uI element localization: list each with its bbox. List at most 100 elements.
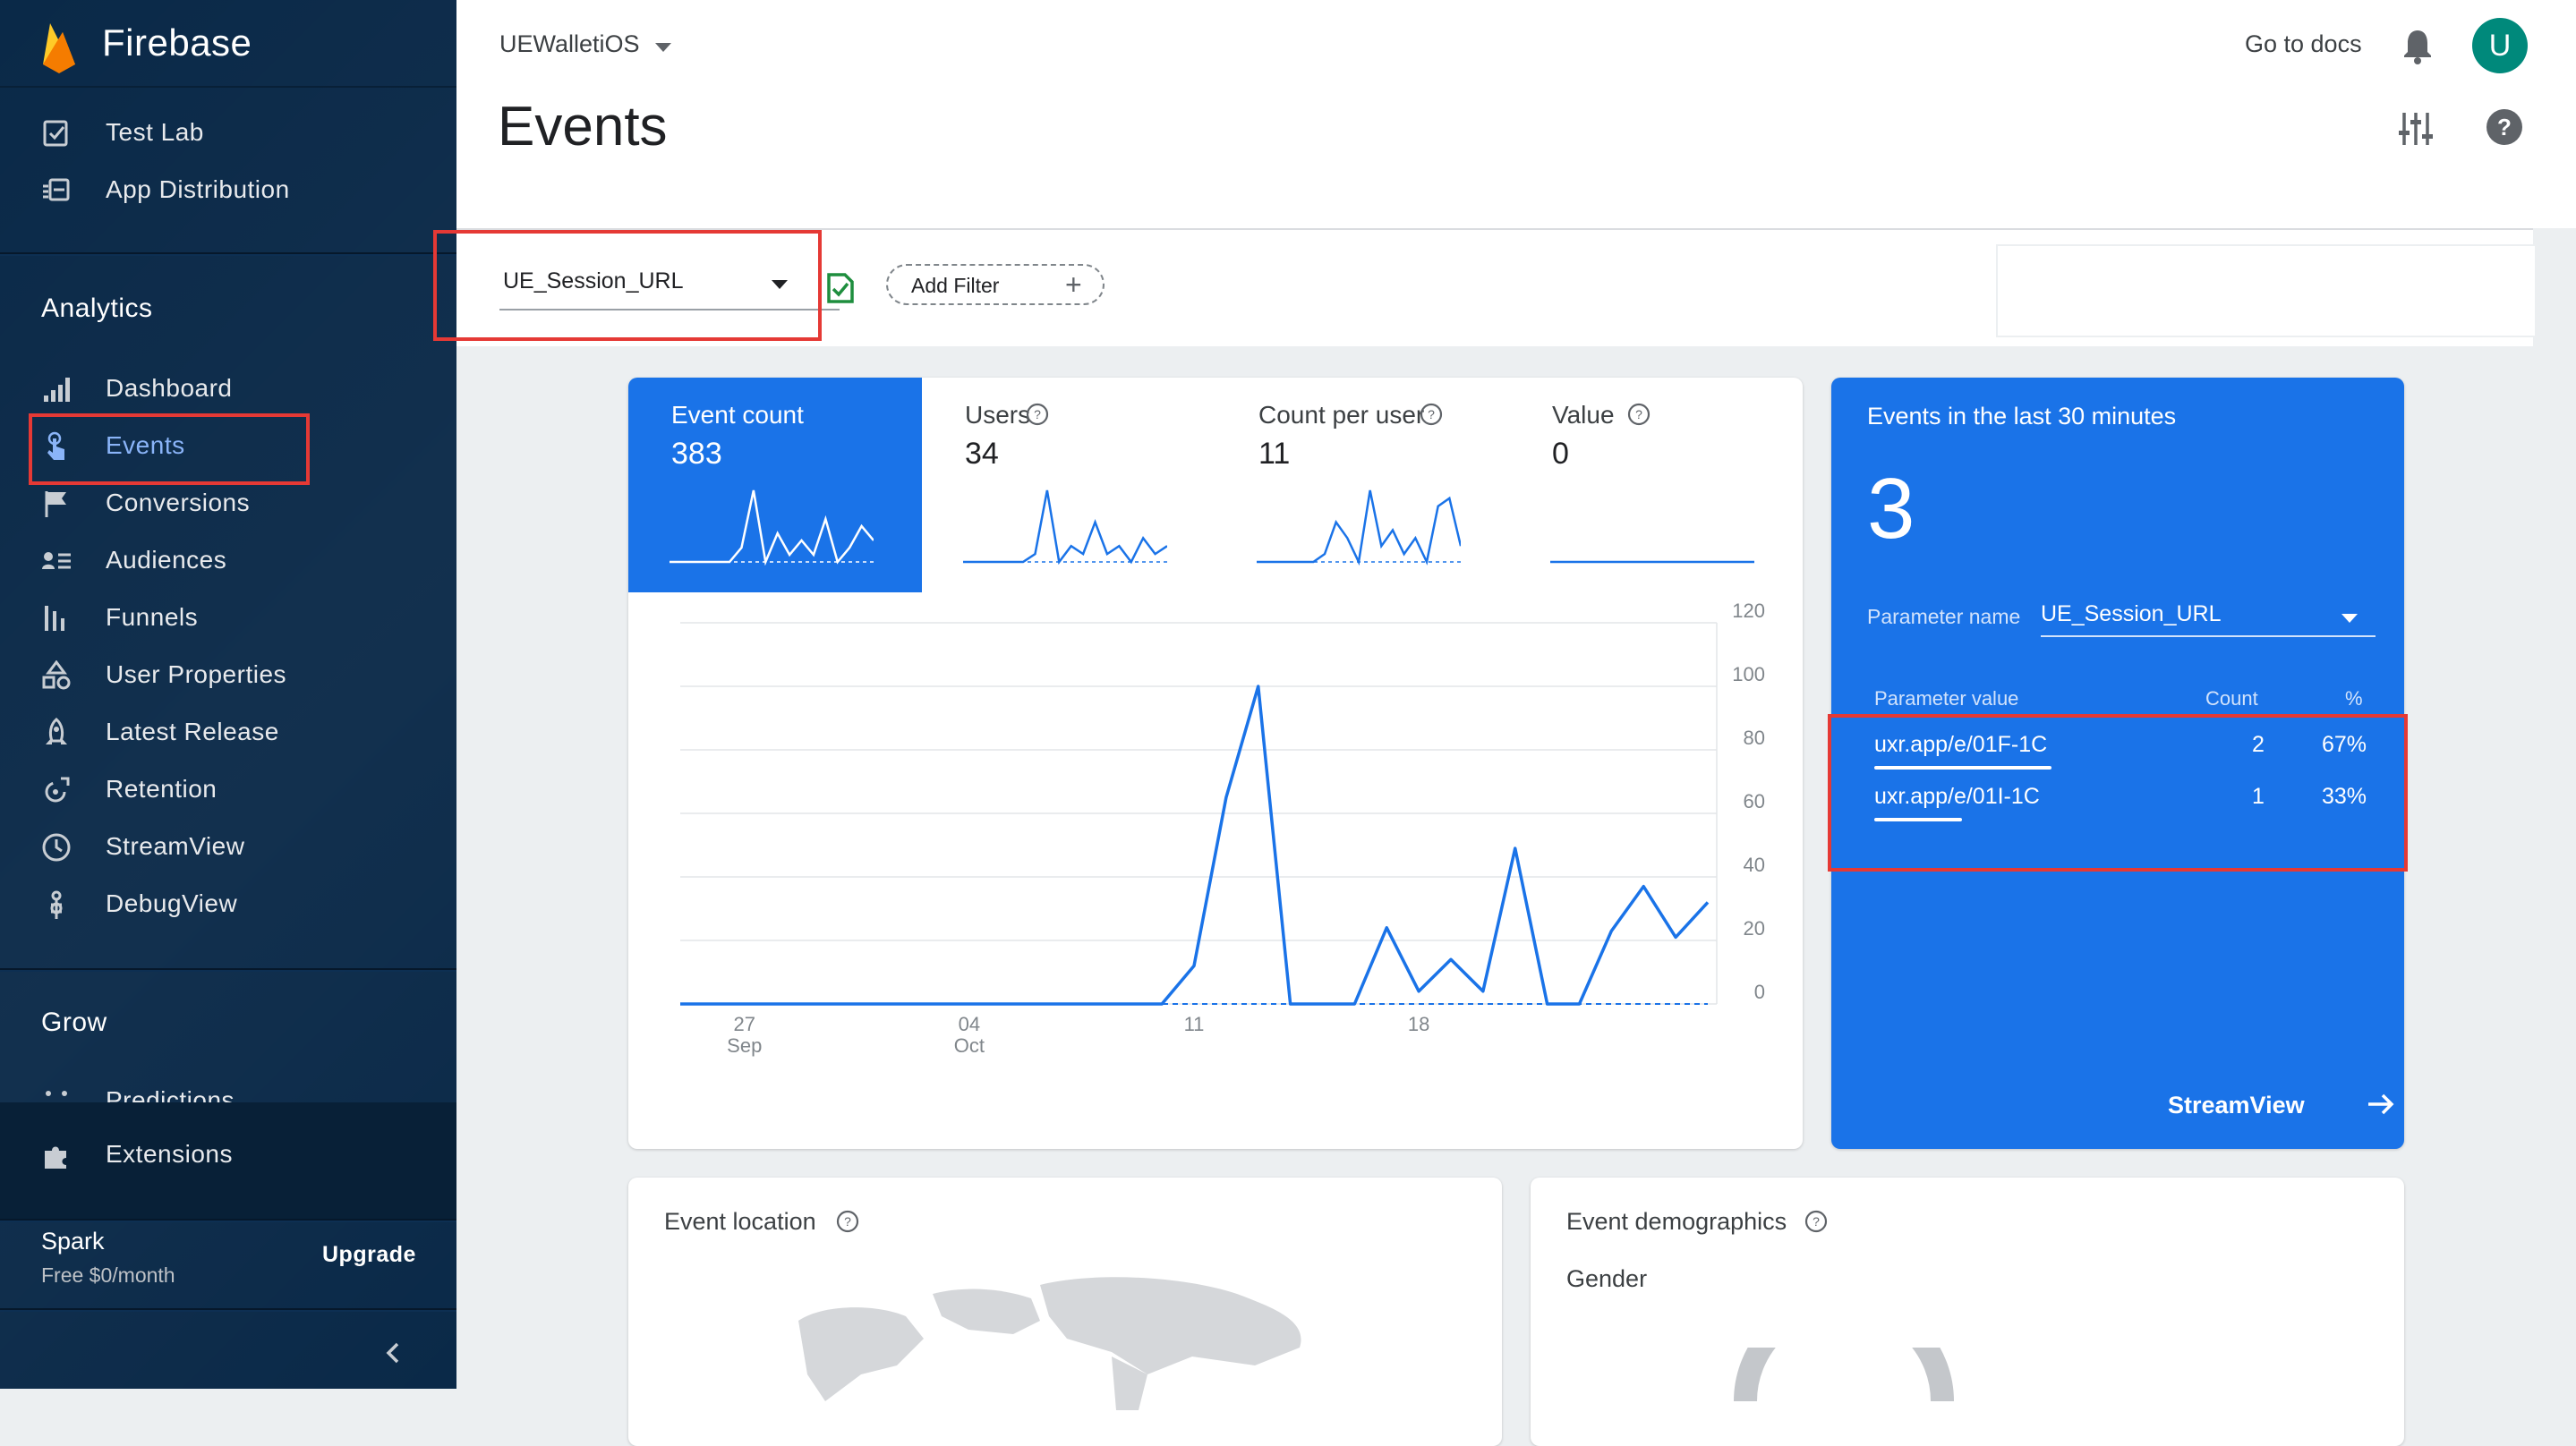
series-line [680, 685, 1710, 1006]
sidebar-item-label: Retention [106, 775, 218, 803]
add-filter-button[interactable]: Add Filter + [886, 264, 1105, 305]
svg-text:?: ? [2497, 114, 2512, 140]
upgrade-button[interactable]: Upgrade [322, 1242, 416, 1268]
help-icon[interactable]: ? [2485, 107, 2524, 147]
firebase-logo-icon[interactable] [39, 20, 79, 73]
sidebar-item-label: StreamView [106, 832, 245, 860]
event-select-highlight-box [433, 230, 822, 341]
sidebar-item-app-distribution[interactable]: App Distribution [0, 163, 456, 215]
tune-icon[interactable] [2397, 109, 2435, 149]
sidebar-divider [0, 252, 456, 256]
sidebar-item-dashboard[interactable]: Dashboard [0, 362, 456, 413]
go-to-docs-link[interactable]: Go to docs [2245, 30, 2362, 58]
y-tick-label: 120 [1732, 600, 1765, 622]
parameter-name-select[interactable]: UE_Session_URL [2041, 601, 2222, 627]
x-tick-label: 04 [959, 1013, 980, 1035]
streamview-link[interactable]: StreamView [2168, 1092, 2305, 1119]
rocket-icon [46, 718, 67, 744]
y-tick-label: 100 [1732, 663, 1765, 685]
x-tick-month: Oct [954, 1034, 985, 1057]
extensions-icon [45, 1146, 66, 1169]
metric-label: Value [1552, 401, 1615, 429]
brand-name[interactable]: Firebase [102, 21, 252, 64]
sidebar-item-test-lab[interactable]: Test Lab [0, 106, 456, 157]
x-tick-label: 18 [1408, 1013, 1429, 1035]
sidebar-divider [0, 968, 456, 972]
metric-label: Count per user [1258, 401, 1425, 429]
column-header-pct: % [2345, 687, 2363, 710]
svg-text:?: ? [1813, 1214, 1820, 1229]
parameter-select-underline [2041, 635, 2376, 637]
sidebar-item-user-properties[interactable]: User Properties [0, 648, 456, 700]
help-outline-icon[interactable]: ? [1026, 403, 1049, 426]
sparkline-users [963, 489, 1167, 566]
sidebar-item-label: App Distribution [106, 175, 290, 203]
parameter-name-label: Parameter name [1867, 605, 2021, 628]
sidebar-item-label: Conversions [106, 489, 251, 516]
sidebar-item-label: Extensions [106, 1140, 233, 1168]
sidebar-divider [0, 1308, 456, 1312]
saved-check-icon[interactable] [823, 268, 857, 305]
y-tick-label: 40 [1744, 854, 1765, 876]
sidebar-item-streamview[interactable]: StreamView [0, 820, 456, 872]
metric-label: Users [965, 401, 1031, 429]
event-count-line-chart: 0 20 40 60 80 100 120 27Sep 04Oct 11 18 [680, 600, 1765, 1057]
avatar[interactable]: U [2472, 18, 2528, 73]
flag-icon [45, 491, 66, 517]
bell-icon[interactable] [2401, 27, 2435, 64]
sidebar: Firebase Test Lab App Distribution Analy… [0, 0, 456, 1389]
chevron-down-icon[interactable] [2340, 612, 2359, 625]
help-outline-icon[interactable]: ? [1804, 1210, 1828, 1233]
svg-text:?: ? [844, 1214, 851, 1229]
plan-price: Free $0/month [41, 1263, 175, 1287]
metric-tab-users[interactable]: Users ? 34 [922, 378, 1215, 592]
sidebar-item-extensions[interactable]: Extensions [0, 1127, 456, 1179]
help-outline-icon[interactable]: ? [1420, 403, 1443, 426]
metric-tab-event-count[interactable]: Event count 383 [628, 378, 922, 592]
sidebar-item-funnels[interactable]: Funnels [0, 591, 456, 642]
help-outline-icon[interactable]: ? [1627, 403, 1651, 426]
arrow-right-icon[interactable] [2365, 1088, 2397, 1120]
sidebar-item-label: Funnels [106, 603, 199, 631]
metric-value: 0 [1552, 437, 1569, 471]
sidebar-item-debugview[interactable]: DebugView [0, 877, 456, 929]
chevron-down-icon[interactable] [653, 41, 673, 54]
x-tick-label: 27 [734, 1013, 755, 1035]
help-outline-icon[interactable]: ? [836, 1210, 859, 1233]
realtime-title: Events in the last 30 minutes [1867, 403, 2177, 430]
audiences-icon [42, 552, 71, 569]
events-highlight-box [29, 413, 310, 485]
debug-icon [50, 890, 63, 919]
svg-text:?: ? [1034, 407, 1041, 421]
sidebar-item-predictions[interactable]: Predictions [0, 1079, 456, 1102]
plus-icon: + [1065, 268, 1082, 301]
section-title-grow: Grow [41, 1008, 107, 1037]
gender-label: Gender [1566, 1265, 1648, 1292]
funnels-icon [45, 606, 64, 631]
date-range-picker[interactable] [1996, 244, 2537, 337]
sidebar-item-latest-release[interactable]: Latest Release [0, 705, 456, 757]
svg-text:?: ? [1428, 407, 1435, 421]
collapse-sidebar-icon[interactable] [374, 1333, 414, 1373]
event-chart-card: Event count 383 Users ? 34 Count per use… [628, 378, 1803, 1149]
sidebar-item-label: Audiences [106, 546, 227, 574]
y-tick-label: 0 [1754, 981, 1765, 1003]
project-selector[interactable]: UEWalletiOS [499, 30, 640, 58]
metric-tab-count-per-user[interactable]: Count per user ? 11 [1215, 378, 1509, 592]
plan-name: Spark [41, 1228, 105, 1255]
metric-label: Event count [671, 401, 804, 429]
dashboard-icon [44, 378, 70, 402]
event-location-card: Event location ? [628, 1178, 1502, 1446]
sidebar-item-label: DebugView [106, 889, 238, 917]
card-title: Event demographics [1566, 1208, 1787, 1235]
sparkline-value [1550, 560, 1754, 564]
user-properties-icon [42, 660, 71, 690]
sparkline-line [1257, 489, 1461, 566]
x-tick-label: 11 [1184, 1013, 1205, 1035]
x-tick-month: Sep [727, 1034, 762, 1057]
metric-tab-value[interactable]: Value ? 0 [1509, 378, 1803, 592]
sidebar-item-retention[interactable]: Retention [0, 762, 456, 814]
metric-value: 34 [965, 437, 999, 471]
metric-value: 383 [671, 437, 722, 471]
sidebar-item-audiences[interactable]: Audiences [0, 533, 456, 585]
